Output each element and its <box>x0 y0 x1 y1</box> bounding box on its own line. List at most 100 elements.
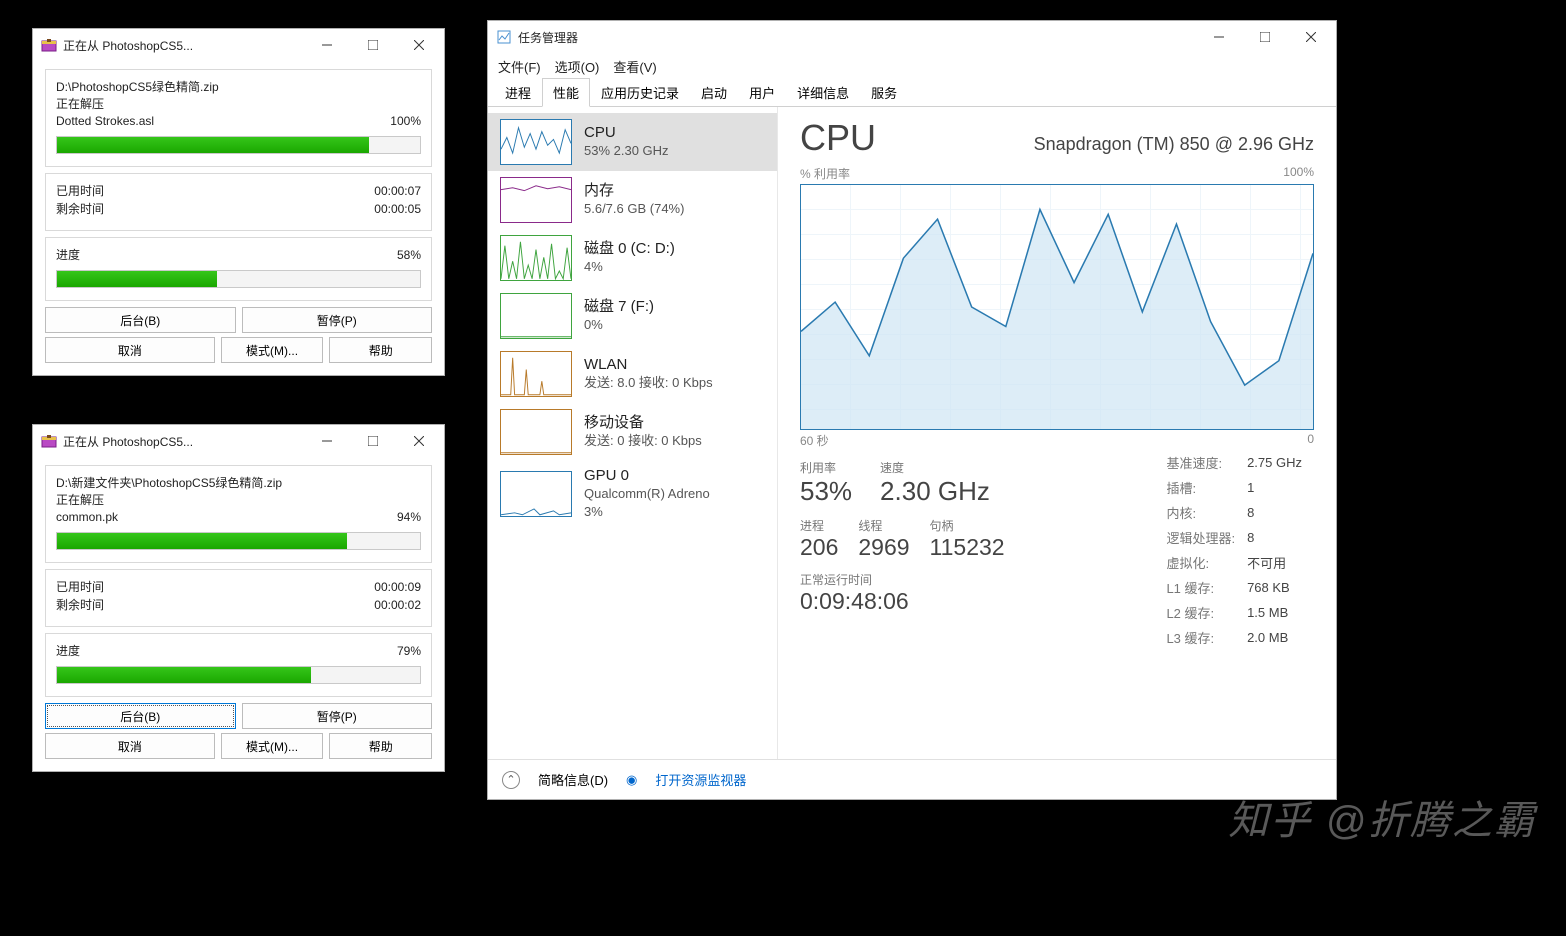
spec-table: 基准速度:2.75 GHz插槽:1内核:8逻辑处理器:8虚拟化:不可用L1 缓存… <box>1164 449 1314 651</box>
resource-desc: Snapdragon (TM) 850 @ 2.96 GHz <box>1034 134 1314 155</box>
pause-button[interactable]: 暂停(P) <box>242 703 433 729</box>
help-button[interactable]: 帮助 <box>329 337 432 363</box>
window-title: 任务管理器 <box>518 29 578 46</box>
sidebar-item[interactable]: WLAN发送: 8.0 接收: 0 Kbps <box>488 345 777 403</box>
sidebar-item[interactable]: CPU53% 2.30 GHz <box>488 113 777 171</box>
archive-path: D:\新建文件夹\PhotoshopCS5绿色精简.zip <box>56 474 421 491</box>
remain-value: 00:00:05 <box>374 200 421 218</box>
file-group: D:\PhotoshopCS5绿色精简.zip 正在解压 Dotted Stro… <box>45 69 432 167</box>
main-panel: CPU Snapdragon (TM) 850 @ 2.96 GHz % 利用率… <box>778 107 1336 759</box>
tab[interactable]: 启动 <box>690 78 738 107</box>
file-percent: 94% <box>397 508 421 526</box>
status-text: 正在解压 <box>56 491 421 508</box>
pause-button[interactable]: 暂停(P) <box>242 307 433 333</box>
tab[interactable]: 性能 <box>542 78 590 107</box>
minimize-button[interactable] <box>304 30 350 60</box>
uptime-value: 0:09:48:06 <box>800 588 1124 615</box>
close-button[interactable] <box>1288 22 1334 52</box>
status-text: 正在解压 <box>56 95 421 112</box>
elapsed-label: 已用时间 <box>56 578 104 596</box>
footer: ⌃ 简略信息(D) ◉ 打开资源监视器 <box>488 759 1336 799</box>
maximize-button[interactable] <box>350 30 396 60</box>
app-icon <box>41 433 57 449</box>
stat: 利用率53% <box>800 459 852 507</box>
activity-icon: ◉ <box>626 772 637 788</box>
close-button[interactable] <box>396 30 442 60</box>
stat: 句柄115232 <box>930 517 1005 561</box>
y-axis-label: % 利用率 <box>800 165 850 182</box>
sidebar: CPU53% 2.30 GHz内存5.6/7.6 GB (74%)磁盘 0 (C… <box>488 107 778 759</box>
close-button[interactable] <box>396 426 442 456</box>
minimize-button[interactable] <box>304 426 350 456</box>
titlebar[interactable]: 任务管理器 <box>488 21 1336 53</box>
titlebar[interactable]: 正在从 PhotoshopCS5... <box>33 425 444 457</box>
spec-row: L3 缓存:2.0 MB <box>1166 626 1312 649</box>
app-icon <box>41 37 57 53</box>
tab[interactable]: 用户 <box>738 78 786 107</box>
cpu-graph <box>800 184 1314 430</box>
file-percent: 100% <box>390 112 421 130</box>
y-axis-max: 100% <box>1283 165 1314 182</box>
background-button[interactable]: 后台(B) <box>45 703 236 729</box>
winrar-dialog-1: 正在从 PhotoshopCS5... D:\PhotoshopCS5绿色精简.… <box>32 28 445 376</box>
help-button[interactable]: 帮助 <box>329 733 432 759</box>
spec-row: L1 缓存:768 KB <box>1166 576 1312 599</box>
elapsed-value: 00:00:09 <box>374 578 421 596</box>
total-progressbar <box>56 666 421 684</box>
progress-group: 进度58% <box>45 237 432 301</box>
resource-title: CPU <box>800 117 876 159</box>
spec-row: 插槽:1 <box>1166 476 1312 499</box>
tab[interactable]: 服务 <box>860 78 908 107</box>
mode-button[interactable]: 模式(M)... <box>221 337 324 363</box>
resource-monitor-link[interactable]: 打开资源监视器 <box>655 770 746 789</box>
tab[interactable]: 进程 <box>494 78 542 107</box>
stat: 线程2969 <box>858 517 909 561</box>
chevron-up-icon[interactable]: ⌃ <box>502 771 520 789</box>
window-title: 正在从 PhotoshopCS5... <box>63 433 193 450</box>
cancel-button[interactable]: 取消 <box>45 337 215 363</box>
menubar: 文件(F) 选项(O) 查看(V) <box>488 53 1336 79</box>
progress-group: 进度79% <box>45 633 432 697</box>
stat: 进程206 <box>800 517 838 561</box>
titlebar[interactable]: 正在从 PhotoshopCS5... <box>33 29 444 61</box>
elapsed-label: 已用时间 <box>56 182 104 200</box>
app-icon <box>496 29 512 45</box>
sidebar-item[interactable]: 移动设备发送: 0 接收: 0 Kbps <box>488 403 777 461</box>
sidebar-item[interactable]: GPU 0Qualcomm(R) Adreno3% <box>488 461 777 527</box>
current-file: Dotted Strokes.asl <box>56 112 154 130</box>
sidebar-item[interactable]: 内存5.6/7.6 GB (74%) <box>488 171 777 229</box>
cancel-button[interactable]: 取消 <box>45 733 215 759</box>
task-manager-window: 任务管理器 文件(F) 选项(O) 查看(V) 进程性能应用历史记录启动用户详细信息… <box>487 20 1337 800</box>
tab[interactable]: 详细信息 <box>786 78 860 107</box>
progress-value: 79% <box>397 642 421 660</box>
spec-row: 基准速度:2.75 GHz <box>1166 451 1312 474</box>
stat: 速度2.30 GHz <box>880 459 990 507</box>
uptime-label: 正常运行时间 <box>800 571 1124 588</box>
maximize-button[interactable] <box>350 426 396 456</box>
fewer-details-link[interactable]: 简略信息(D) <box>538 770 608 789</box>
archive-path: D:\PhotoshopCS5绿色精简.zip <box>56 78 421 95</box>
sidebar-item[interactable]: 磁盘 0 (C: D:)4% <box>488 229 777 287</box>
total-progressbar <box>56 270 421 288</box>
minimize-button[interactable] <box>1196 22 1242 52</box>
remain-label: 剩余时间 <box>56 596 104 614</box>
mode-button[interactable]: 模式(M)... <box>221 733 324 759</box>
menu-item[interactable]: 查看(V) <box>613 57 656 76</box>
menu-item[interactable]: 文件(F) <box>498 57 541 76</box>
x-axis-right: 0 <box>1307 432 1314 449</box>
background-button[interactable]: 后台(B) <box>45 307 236 333</box>
tab[interactable]: 应用历史记录 <box>590 78 690 107</box>
spec-row: 内核:8 <box>1166 501 1312 524</box>
menu-item[interactable]: 选项(O) <box>555 57 600 76</box>
winrar-dialog-2: 正在从 PhotoshopCS5... D:\新建文件夹\PhotoshopCS… <box>32 424 445 772</box>
sidebar-item[interactable]: 磁盘 7 (F:)0% <box>488 287 777 345</box>
elapsed-value: 00:00:07 <box>374 182 421 200</box>
spec-row: 逻辑处理器:8 <box>1166 526 1312 549</box>
x-axis-left: 60 秒 <box>800 432 829 449</box>
current-file: common.pk <box>56 508 118 526</box>
file-group: D:\新建文件夹\PhotoshopCS5绿色精简.zip 正在解压 commo… <box>45 465 432 563</box>
spec-row: L2 缓存:1.5 MB <box>1166 601 1312 624</box>
maximize-button[interactable] <box>1242 22 1288 52</box>
progress-value: 58% <box>397 246 421 264</box>
spec-row: 虚拟化:不可用 <box>1166 551 1312 574</box>
